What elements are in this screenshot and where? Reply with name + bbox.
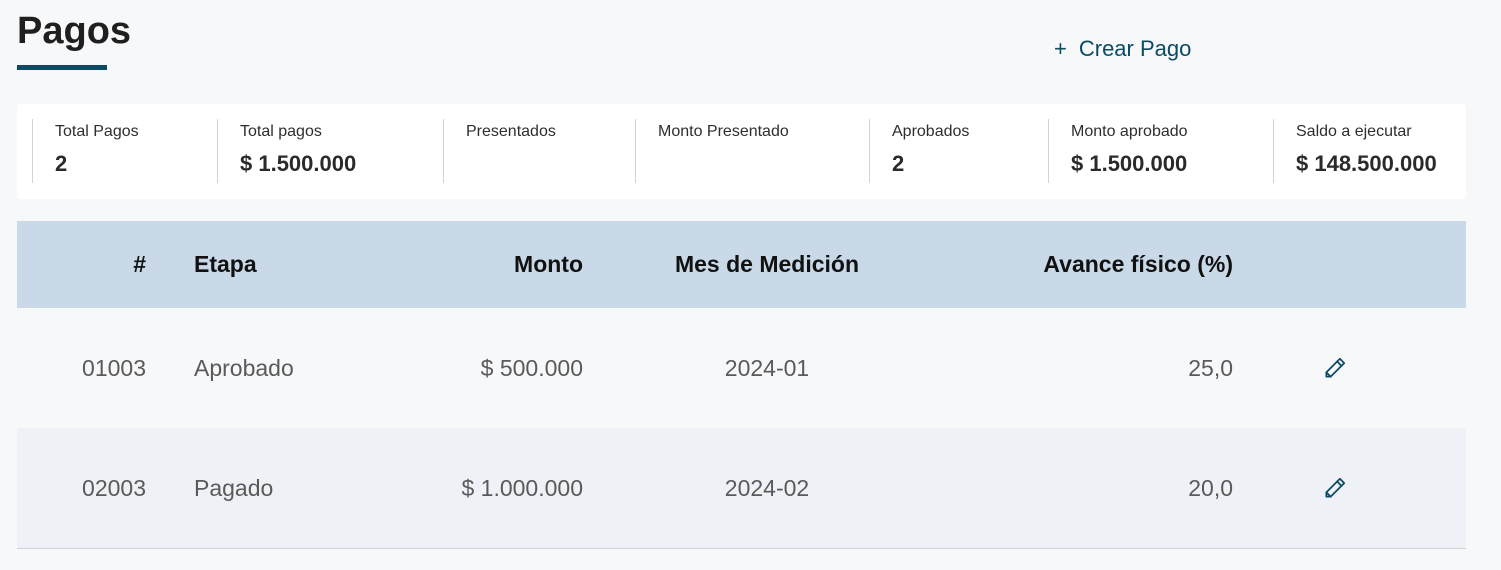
stat-label: Monto aprobado — [1071, 123, 1188, 140]
cell-actions — [1317, 308, 1353, 428]
stat-label: Presentados — [466, 123, 556, 140]
create-payment-button[interactable]: + Crear Pago — [1050, 30, 1195, 68]
column-header-mes[interactable]: Mes de Medición — [637, 221, 897, 308]
cell-number: 01003 — [82, 354, 146, 381]
payments-table: # Etapa Monto Mes de Medición Avance fís… — [17, 221, 1466, 549]
stat-label: Monto Presentado — [658, 123, 789, 140]
stat-value: $ 1.500.000 — [240, 151, 357, 176]
cell-actions — [1317, 428, 1353, 548]
stat-presentados: Presentados — [443, 119, 635, 183]
cell-avance: 25,0 — [1188, 354, 1233, 381]
plus-icon: + — [1054, 36, 1067, 61]
stat-monto-aprobado: Monto aprobado $ 1.500.000 — [1048, 119, 1273, 183]
stat-total-pagos-amount: Total pagos $ 1.500.000 — [217, 119, 443, 183]
table-row: 02003 Pagado $ 1.000.000 2024-02 20,0 — [17, 428, 1466, 549]
stat-value: 2 — [55, 151, 68, 176]
pencil-icon — [1325, 477, 1346, 498]
stat-value: $ 1.500.000 — [1071, 151, 1188, 176]
cell-monto: $ 500.000 — [480, 354, 583, 381]
cell-avance: 20,0 — [1188, 474, 1233, 501]
edit-button[interactable] — [1320, 353, 1350, 383]
stat-saldo-a-ejecutar: Saldo a ejecutar $ 148.500.000 — [1273, 119, 1466, 183]
stat-total-pagos-count: Total Pagos 2 — [32, 119, 217, 183]
title-underline — [17, 65, 107, 70]
column-header-etapa[interactable]: Etapa — [194, 221, 414, 308]
cell-etapa: Pagado — [194, 474, 274, 501]
cell-etapa: Aprobado — [194, 354, 294, 381]
cell-mes: 2024-01 — [724, 354, 810, 381]
page-title: Pagos — [17, 10, 132, 52]
stat-aprobados: Aprobados 2 — [869, 119, 1048, 183]
column-header-monto[interactable]: Monto — [397, 221, 583, 308]
table-header: # Etapa Monto Mes de Medición Avance fís… — [17, 221, 1466, 308]
pencil-icon — [1325, 357, 1346, 378]
stat-label: Total pagos — [240, 123, 322, 140]
stat-label: Aprobados — [892, 123, 970, 140]
stat-monto-presentado: Monto Presentado — [635, 119, 869, 183]
stat-label: Saldo a ejecutar — [1296, 123, 1412, 140]
column-header-number[interactable]: # — [17, 221, 146, 308]
column-header-avance[interactable]: Avance físico (%) — [917, 221, 1233, 308]
cell-mes: 2024-02 — [724, 474, 810, 501]
stat-label: Total Pagos — [55, 123, 139, 140]
edit-button[interactable] — [1320, 473, 1350, 503]
stat-value: $ 148.500.000 — [1296, 151, 1437, 176]
summary-card: Total Pagos 2 Total pagos $ 1.500.000 Pr… — [17, 104, 1466, 199]
create-payment-label: Crear Pago — [1078, 36, 1192, 61]
stat-value: 2 — [892, 151, 905, 176]
cell-monto: $ 1.000.000 — [461, 474, 583, 501]
cell-number: 02003 — [82, 474, 146, 501]
table-row: 01003 Aprobado $ 500.000 2024-01 25,0 — [17, 308, 1466, 428]
